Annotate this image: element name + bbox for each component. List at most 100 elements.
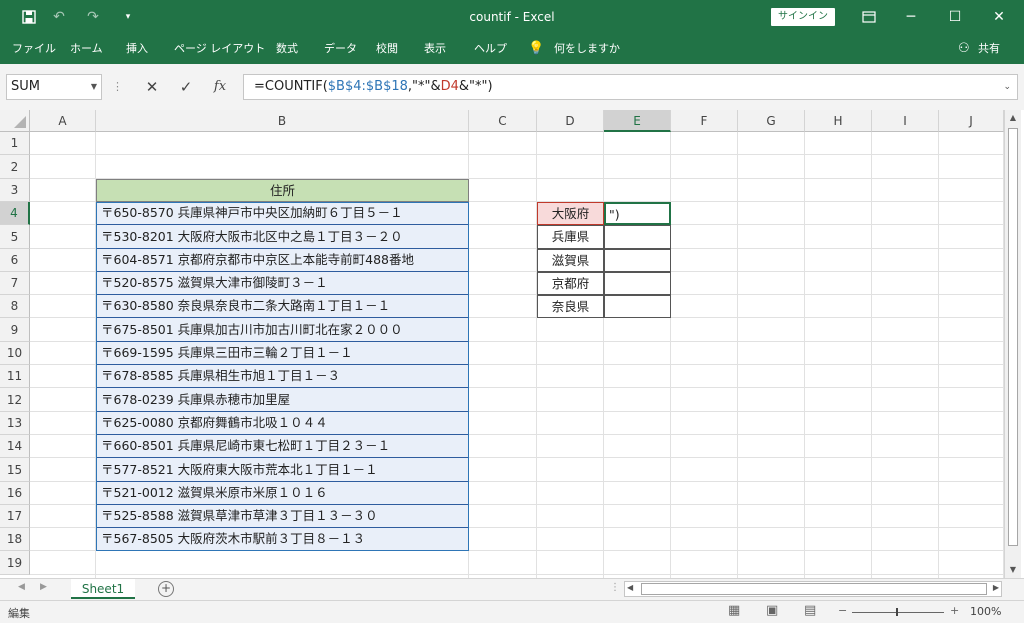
new-sheet-plus-icon[interactable]: + xyxy=(158,581,174,597)
row-header-4[interactable]: 4 xyxy=(0,202,30,225)
prefecture-cell[interactable]: 兵庫県 xyxy=(537,225,604,249)
prefecture-cell[interactable]: 大阪府 xyxy=(537,202,604,225)
table-header-address[interactable]: 住所 xyxy=(96,179,469,202)
count-cell[interactable] xyxy=(604,225,671,249)
row-header-10[interactable]: 10 xyxy=(0,342,30,365)
row-header-13[interactable]: 13 xyxy=(0,412,30,435)
tab-page-layout[interactable]: ページ レイアウト xyxy=(174,34,265,64)
minimize-icon[interactable]: ─ xyxy=(888,0,934,34)
count-cell[interactable] xyxy=(604,249,671,272)
prefecture-cell[interactable]: 奈良県 xyxy=(537,295,604,318)
row-header-7[interactable]: 7 xyxy=(0,272,30,295)
row-header-8[interactable]: 8 xyxy=(0,295,30,318)
cancel-icon[interactable]: ✕ xyxy=(138,74,166,100)
page-break-view-icon[interactable]: ▤ xyxy=(804,603,816,618)
column-header-d[interactable]: D xyxy=(537,110,604,132)
tab-help[interactable]: ヘルプ xyxy=(474,34,507,64)
zoom-slider[interactable] xyxy=(852,612,944,613)
scroll-sheets-right-icon[interactable]: ▶ xyxy=(40,582,47,592)
tab-home[interactable]: ホーム xyxy=(70,34,103,64)
expand-formula-icon[interactable]: ⌄ xyxy=(1003,75,1011,99)
vertical-scroll-thumb[interactable] xyxy=(1008,128,1018,546)
column-gridline xyxy=(670,132,671,578)
share-person-icon[interactable]: ⚇ xyxy=(958,34,970,64)
prefecture-cell[interactable]: 滋賀県 xyxy=(537,249,604,272)
sheet-tab-sheet1[interactable]: Sheet1 xyxy=(71,579,135,599)
scroll-left-icon[interactable]: ◀ xyxy=(627,583,633,592)
signin-button[interactable]: サインイン xyxy=(771,8,835,26)
formula-suffix: &"*") xyxy=(458,79,493,94)
tab-insert[interactable]: 挿入 xyxy=(126,34,148,64)
column-header-a[interactable]: A xyxy=(30,110,96,132)
formula-ref-range: $B$4:$B$18 xyxy=(327,79,408,94)
maximize-icon[interactable]: ☐ xyxy=(932,0,978,34)
row-header-1[interactable]: 1 xyxy=(0,132,30,155)
row-header-19[interactable]: 19 xyxy=(0,551,30,575)
tab-formulas[interactable]: 数式 xyxy=(276,34,298,64)
scroll-sheets-left-icon[interactable]: ◀ xyxy=(18,582,25,592)
tab-splitter-icon[interactable]: ⋮ xyxy=(610,582,620,593)
column-header-b[interactable]: B xyxy=(96,110,469,132)
normal-view-icon[interactable]: ▦ xyxy=(728,603,740,618)
column-header-g[interactable]: G xyxy=(738,110,805,132)
row-header-18[interactable]: 18 xyxy=(0,528,30,551)
status-bar: 編集 ▦ ▣ ▤ − + 100% xyxy=(0,600,1024,623)
column-header-j[interactable]: J xyxy=(939,110,1004,132)
column-header-h[interactable]: H xyxy=(805,110,872,132)
column-gridline xyxy=(536,132,537,578)
column-header-i[interactable]: I xyxy=(872,110,939,132)
tab-data[interactable]: データ xyxy=(324,34,357,64)
active-cell-e4[interactable]: ") xyxy=(604,202,671,225)
zoom-in-icon[interactable]: + xyxy=(950,604,959,617)
column-header-c[interactable]: C xyxy=(469,110,537,132)
row-header-12[interactable]: 12 xyxy=(0,388,30,412)
count-cell[interactable] xyxy=(604,295,671,318)
title-bar: ↶ ↷ ▾ countif - Excel サインイン ─ ☐ ✕ xyxy=(0,0,1024,34)
row-header-16[interactable]: 16 xyxy=(0,482,30,505)
worksheet-grid[interactable]: ▲ ▼ A B C D E F G H I J 1 2 3 4 5 6 7 8 9 10 11 12 13 14 15 16 17 1… xyxy=(0,110,1024,578)
lightbulb-icon: 💡 xyxy=(528,41,545,56)
tab-view[interactable]: 表示 xyxy=(424,34,446,64)
formula-input[interactable]: =COUNTIF($B$4:$B$18,"*"&D4&"*") ⌄ xyxy=(243,74,1018,100)
row-header-15[interactable]: 15 xyxy=(0,458,30,482)
horizontal-scrollbar[interactable]: ◀ ▶ xyxy=(624,581,1002,597)
column-header-e[interactable]: E xyxy=(604,110,671,132)
row-header-5[interactable]: 5 xyxy=(0,225,30,249)
tab-review[interactable]: 校閲 xyxy=(376,34,398,64)
enter-checkmark-icon[interactable]: ✓ xyxy=(172,74,200,100)
vertical-scrollbar[interactable]: ▲ ▼ xyxy=(1004,110,1021,578)
prefecture-cell[interactable]: 京都府 xyxy=(537,272,604,295)
scroll-up-icon[interactable]: ▲ xyxy=(1007,112,1019,124)
formula-ref-cell: D4 xyxy=(440,79,459,94)
tell-me-search[interactable]: 何をしますか xyxy=(554,34,620,64)
tab-file[interactable]: ファイル xyxy=(12,34,56,64)
scroll-right-icon[interactable]: ▶ xyxy=(993,583,999,592)
row-header-9[interactable]: 9 xyxy=(0,318,30,342)
name-box[interactable]: SUM ▼ xyxy=(6,74,102,100)
column-header-f[interactable]: F xyxy=(671,110,738,132)
zoom-out-icon[interactable]: − xyxy=(838,604,847,617)
horizontal-scroll-thumb[interactable] xyxy=(641,583,987,595)
row-header-2[interactable]: 2 xyxy=(0,155,30,179)
name-box-value: SUM xyxy=(11,79,40,94)
row-header-17[interactable]: 17 xyxy=(0,505,30,528)
ribbon-tabs: ファイル ホーム 挿入 ページ レイアウト 数式 データ 校閲 表示 ヘルプ 💡… xyxy=(0,34,1024,64)
name-box-dropdown-icon[interactable]: ▼ xyxy=(91,75,97,99)
row-header-3[interactable]: 3 xyxy=(0,179,30,202)
close-icon[interactable]: ✕ xyxy=(976,0,1022,34)
scroll-down-icon[interactable]: ▼ xyxy=(1007,564,1019,576)
column-gridline xyxy=(737,132,738,578)
zoom-level[interactable]: 100% xyxy=(970,605,1001,618)
row-gridline xyxy=(30,574,1004,575)
page-layout-view-icon[interactable]: ▣ xyxy=(766,603,778,618)
status-mode: 編集 xyxy=(8,607,30,620)
count-cell[interactable] xyxy=(604,272,671,295)
row-header-6[interactable]: 6 xyxy=(0,249,30,272)
share-button[interactable]: 共有 xyxy=(978,34,1000,64)
ribbon-display-options-icon[interactable] xyxy=(846,0,892,34)
row-header-14[interactable]: 14 xyxy=(0,435,30,458)
insert-function-button[interactable]: fx xyxy=(206,74,234,100)
row-header-11[interactable]: 11 xyxy=(0,365,30,388)
zoom-slider-handle[interactable] xyxy=(896,608,898,616)
select-all-button[interactable] xyxy=(0,110,30,132)
